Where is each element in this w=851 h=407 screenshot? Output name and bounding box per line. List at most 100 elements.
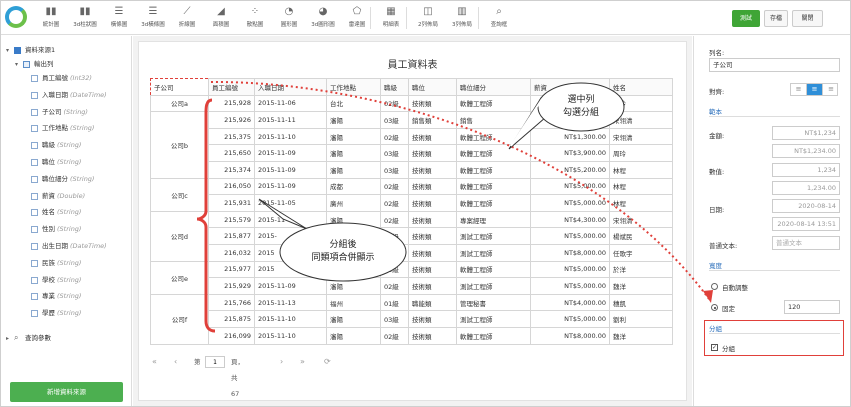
toolbar-item-horizontal-bar[interactable]: ☰ 橫條圖	[104, 4, 134, 34]
tree-field-item[interactable]: 出生日期 (DateTime)	[1, 240, 131, 253]
toolbar-item-3d-bar-chart[interactable]: ▮▮ 3d柱狀圖	[70, 4, 100, 34]
field-icon	[31, 175, 38, 183]
field-label: 性別 (String)	[42, 223, 81, 236]
page-number-input[interactable]	[205, 356, 225, 368]
toolbar-item-area-chart[interactable]: ◢ 面積圖	[206, 4, 236, 34]
table-row[interactable]: 215,374 2015-11-09 瀋陽 03級 技術類 軟體工程師 NT$5,200.0…	[151, 160, 673, 179]
refresh-icon[interactable]: ⟳	[324, 354, 331, 370]
column-header-selected[interactable]: 子公司	[150, 78, 209, 96]
tree-field-item[interactable]: 民族 (String)	[1, 257, 131, 270]
amount-format-option[interactable]: NT$1,234.00	[772, 144, 840, 158]
report-title[interactable]: 員工資料表	[139, 56, 686, 71]
table-row[interactable]: 215,650 2015-11-09 瀋陽 03級 技術類 軟體工程師 NT$3,900.0…	[151, 144, 673, 162]
tree-field-item[interactable]: 員工編號 (Int32)	[1, 72, 131, 85]
date-label: 日期:	[709, 206, 725, 214]
tree-field-item[interactable]: 學校 (String)	[1, 274, 131, 287]
table-row[interactable]: 公司e 215,977 2015 瀋陽 03級 技術類 軟體工程師 NT$5,000.00 於洋	[150, 260, 673, 295]
table-cell: 宋翎清	[609, 210, 673, 229]
table-row[interactable]: 公司d 215,579 2015-11- 瀋陽 02級 技術類 專案經理 NT$4,300.0…	[150, 210, 673, 262]
tree-field-item[interactable]: 職級 (String)	[1, 139, 131, 152]
table-cell: 測試工程師	[456, 227, 531, 245]
first-page-icon[interactable]: «	[152, 354, 157, 370]
table-row[interactable]: 215,375 2015-11-10 瀋陽 02級 技術類 軟體工程師 NT$1,300.0…	[151, 127, 673, 146]
tree-field-item[interactable]: 子公司 (String)	[1, 106, 131, 119]
table-row[interactable]: 216,032 2015 瀋陽 03級 技術類 測試工程師 NT$8,000.00 任歌宇	[151, 243, 673, 262]
toolbar-item-3d-pie-chart[interactable]: ◕ 3d圓形圖	[308, 4, 338, 34]
column-header[interactable]: 職位細分	[456, 78, 531, 96]
group-cell: 公司d	[150, 210, 209, 262]
toolbar-item-line-chart[interactable]: ⟋ 折線圖	[172, 4, 202, 34]
table-row[interactable]: 公司f 215,766 2015-11-13 福州 01級 職能類 管理秘書 NT$4,000…	[150, 293, 673, 345]
divider	[709, 116, 840, 117]
table-row[interactable]: 215,875 2015-11-10 瀋陽 03級 技術類 測試工程師 NT$5,000.0…	[151, 310, 673, 328]
collapse-icon[interactable]: ▾	[15, 62, 20, 68]
align-center-icon[interactable]: ≡	[807, 84, 823, 95]
field-icon	[31, 310, 38, 318]
column-header[interactable]: 姓名	[609, 78, 673, 96]
save-button[interactable]: 存檔	[764, 10, 788, 27]
align-right-icon[interactable]: ≡	[823, 84, 839, 95]
toolbar-item-radar-chart[interactable]: ⬠ 雷達圖	[342, 4, 372, 34]
tree-field-item[interactable]: 學歷 (String)	[1, 307, 131, 320]
tree-field-item[interactable]: 專業 (String)	[1, 290, 131, 303]
date-format-option[interactable]: 2020-08-14	[772, 199, 840, 213]
tree-field-item[interactable]: 性別 (String)	[1, 223, 131, 236]
tree-field-item[interactable]: 入職日期 (DateTime)	[1, 89, 131, 102]
new-data-source-button[interactable]: 新增資料來源	[10, 382, 123, 402]
toolbar-item-bar-chart[interactable]: ▮▮ 統計圖	[36, 4, 66, 34]
tree-query-params[interactable]: ▸ ⌕ 查詢參數	[1, 332, 131, 345]
toolbar-item-label: 2列佈局	[418, 22, 438, 28]
tree-field-item[interactable]: 薪資 (Double)	[1, 190, 131, 203]
fixed-width-radio[interactable]	[711, 304, 718, 311]
toolbar-item-three-column-layout[interactable]: ▥ 3列佈局	[447, 4, 477, 34]
toolbar-item-3d-horizontal-bar[interactable]: ☰ 3d橫條圖	[138, 4, 168, 34]
field-type: (String)	[57, 141, 82, 150]
toolbar-item-query-box[interactable]: ⌕ 查詢框	[484, 4, 514, 34]
table-row[interactable]: 215,931 2015-11-05 廣州 02級 技術類 軟體工程師 NT$5,000.0…	[151, 194, 673, 212]
tree-root[interactable]: ▾ 資料來源1	[1, 44, 131, 57]
date-format-option[interactable]: 2020-08-14 13:51	[772, 217, 840, 231]
table-row[interactable]: 216,099 2015-11-10 瀋陽 02級 技術類 軟體工程師 NT$8,000.0…	[151, 326, 673, 345]
field-name: 姓名	[42, 208, 55, 217]
toolbar-item-scatter-chart[interactable]: ⁘ 散點圖	[240, 4, 270, 34]
fixed-width-input[interactable]: 120	[784, 300, 840, 314]
table-cell: 穗凱	[609, 293, 673, 312]
amount-format-option[interactable]: NT$1,234	[772, 126, 840, 140]
tree-field-item[interactable]: 職位細分 (String)	[1, 173, 131, 186]
tree-field-item[interactable]: 職位 (String)	[1, 156, 131, 169]
column-header[interactable]: 員工編號	[208, 78, 255, 96]
collapse-icon[interactable]: ▾	[6, 48, 11, 54]
column-header[interactable]: 工作地點	[326, 78, 381, 96]
number-format-option[interactable]: 1,234	[772, 163, 840, 177]
field-type: (String)	[57, 275, 82, 284]
tree-field-item[interactable]: 姓名 (String)	[1, 206, 131, 219]
tree-field-item[interactable]: 工作地點 (String)	[1, 122, 131, 135]
table-row[interactable]: 公司c 216,050 2015-11-09 成都 02級 技術類 軟體工程師 NT$5,00…	[150, 177, 673, 212]
number-format-option[interactable]: 1,234.00	[772, 181, 840, 195]
field-icon	[31, 293, 38, 301]
close-button[interactable]: 關閉	[792, 10, 823, 27]
last-page-icon[interactable]: »	[300, 354, 305, 370]
expand-icon[interactable]: ▸	[6, 336, 11, 342]
next-page-icon[interactable]: ›	[280, 354, 283, 370]
column-header[interactable]: 薪資	[530, 78, 610, 96]
toolbar-item-pie-chart[interactable]: ◔ 圓形圖	[274, 4, 304, 34]
toolbar-item-detail-table[interactable]: ▦ 明細表	[376, 4, 406, 34]
table-row[interactable]: 215,877 2015- 瀋陽 02級 技術類 測試工程師 NT$5,000.00 楊斌民	[151, 227, 673, 245]
toolbar-item-two-column-layout[interactable]: ◫ 2列佈局	[413, 4, 443, 34]
column-name-input[interactable]: 子公司	[709, 58, 840, 72]
column-header[interactable]: 入職日期	[254, 78, 327, 96]
column-header[interactable]: 職位	[408, 78, 457, 96]
prev-page-icon[interactable]: ‹	[174, 354, 177, 370]
tree-output[interactable]: ▾ 輸出列	[1, 58, 131, 71]
tree-query-label: 查詢參數	[25, 334, 51, 342]
table-row[interactable]: 215,929 2015-11-09 瀋陽 02級 技術類 測試工程師 NT$5,000.0…	[151, 277, 673, 295]
test-button[interactable]: 測試	[732, 10, 760, 27]
pie-chart-icon: ◔	[284, 6, 294, 17]
table-cell: 215,875	[208, 310, 255, 328]
column-header[interactable]: 職級	[380, 78, 409, 96]
text-format-option[interactable]: 普通文本	[772, 236, 840, 250]
auto-width-radio[interactable]	[711, 283, 718, 290]
callout-bottom-text: 分組後 同類項合併顯示	[293, 239, 393, 265]
align-left-icon[interactable]: ≡	[791, 84, 807, 95]
